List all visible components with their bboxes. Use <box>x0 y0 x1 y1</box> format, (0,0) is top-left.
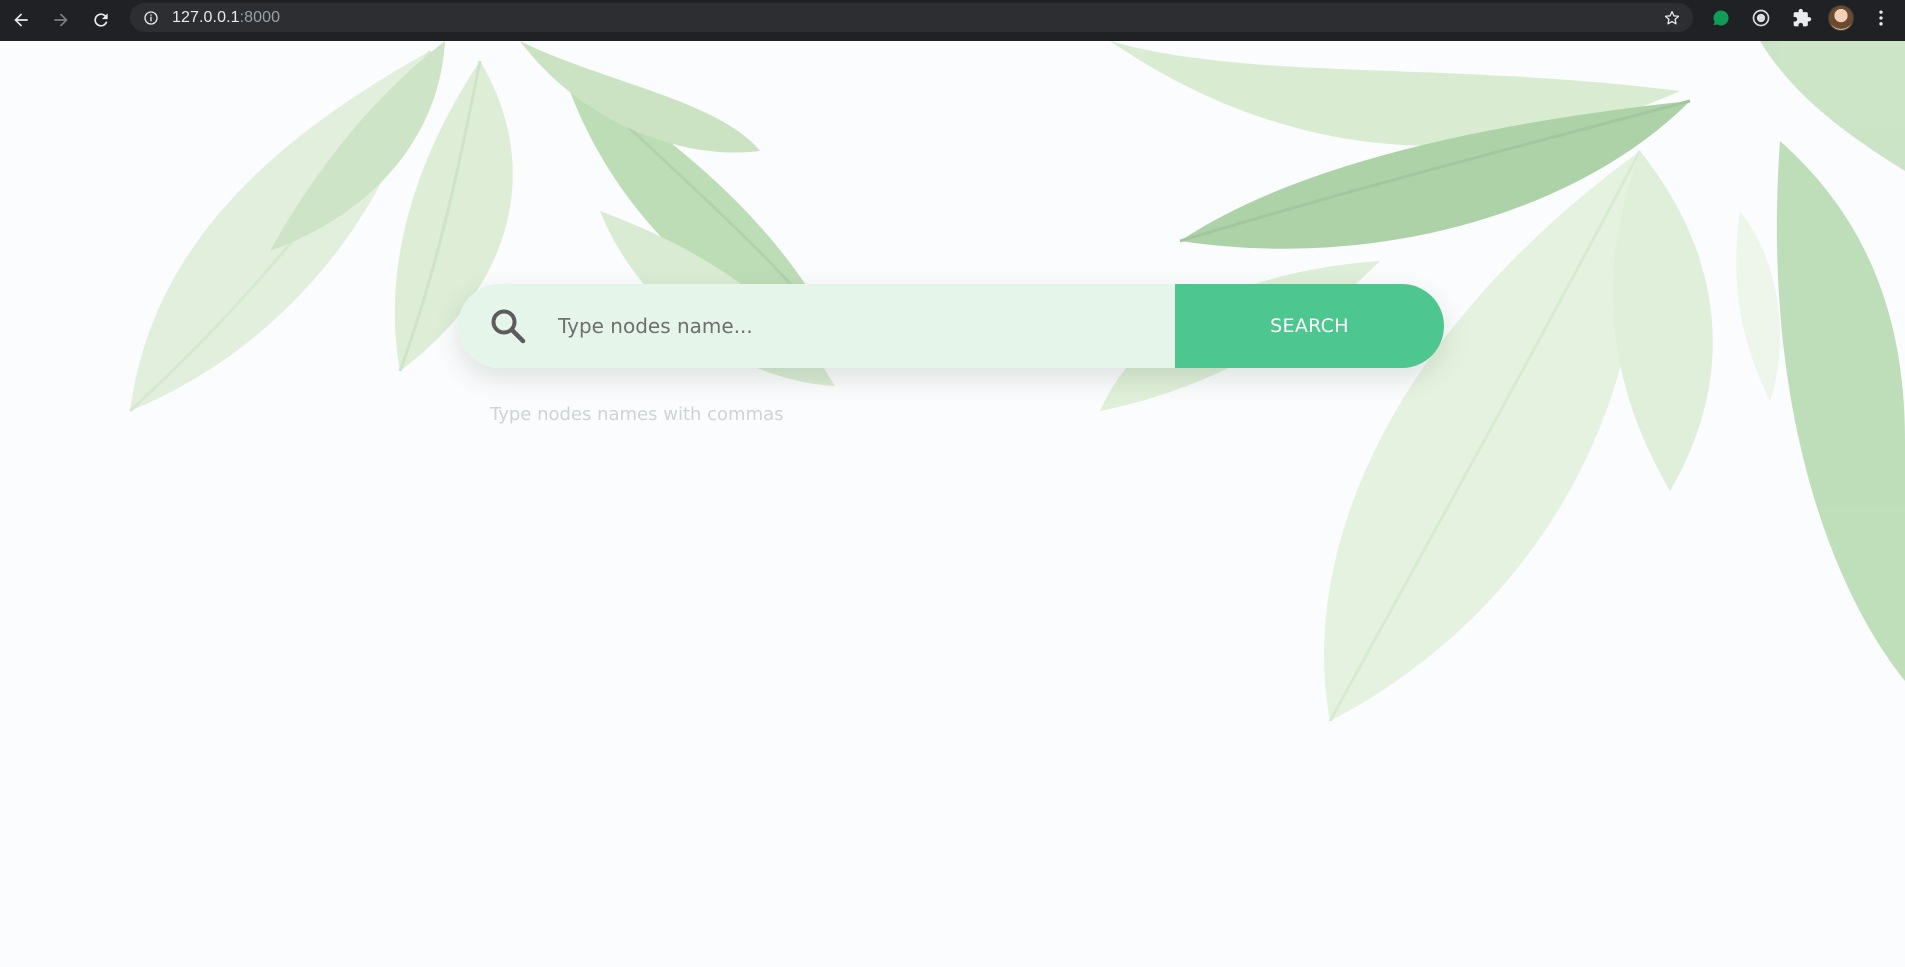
kebab-menu-icon <box>1879 10 1883 26</box>
page-content: SEARCH Type nodes names with commas <box>0 41 1905 967</box>
star-icon[interactable] <box>1663 9 1681 27</box>
reload-icon <box>94 13 108 27</box>
address-bar[interactable]: 127.0.0.1:8000 <box>130 3 1693 32</box>
extensions-button[interactable] <box>1792 8 1812 28</box>
reload-button[interactable] <box>89 8 113 32</box>
browser-menu-button[interactable] <box>1871 8 1891 28</box>
search-button[interactable]: SEARCH <box>1175 284 1444 368</box>
puzzle-extensions-icon <box>1793 8 1812 27</box>
url-port: :8000 <box>239 9 281 26</box>
back-button[interactable] <box>9 8 33 32</box>
search-field[interactable] <box>458 284 1175 368</box>
arrow-right-icon <box>54 13 68 27</box>
search-bar: SEARCH <box>458 284 1444 368</box>
browser-toolbar: 127.0.0.1:8000 <box>0 0 1905 41</box>
record-extension-icon <box>1752 9 1770 27</box>
search-input[interactable] <box>556 304 1156 348</box>
search-icon <box>491 309 526 344</box>
url-text: 127.0.0.1:8000 <box>172 9 280 27</box>
forward-button[interactable] <box>49 8 73 32</box>
record-extension-button[interactable] <box>1751 8 1771 28</box>
arrow-left-icon <box>14 13 28 27</box>
green-chat-extension-button[interactable] <box>1711 8 1731 28</box>
search-hint: Type nodes names with commas <box>490 404 784 425</box>
green-chat-extension-icon <box>1713 10 1729 26</box>
profile-avatar[interactable] <box>1828 5 1854 31</box>
leaves-background-image <box>128 41 1905 722</box>
url-host: 127.0.0.1 <box>172 9 240 26</box>
info-icon[interactable] <box>143 10 159 26</box>
